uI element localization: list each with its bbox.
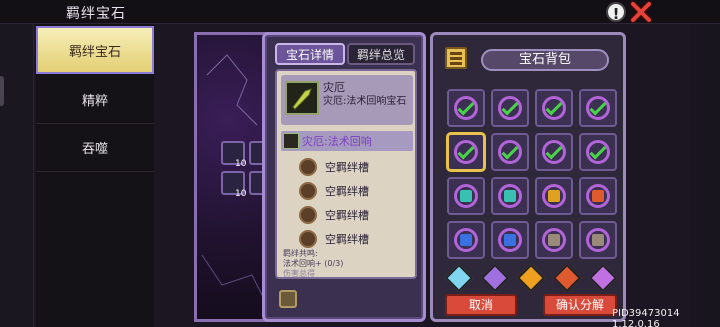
sidebar-tab-devour[interactable]: 吞噬 xyxy=(36,124,154,172)
gem-slot[interactable] xyxy=(491,177,529,215)
gem-stand-background: 10 10 xyxy=(194,32,272,322)
skill-label: 灾厄:法术回响 xyxy=(302,135,372,148)
socket-icon xyxy=(299,206,317,224)
sidebar-tab-bond-gems[interactable]: 羁绊宝石 xyxy=(36,26,154,74)
close-icon[interactable] xyxy=(630,1,652,23)
gem-slot[interactable] xyxy=(535,89,573,127)
gem-slot[interactable] xyxy=(535,133,573,171)
left-edge xyxy=(0,24,34,327)
slot-count: 10 xyxy=(235,159,247,169)
build-id: PID39473014 1.12.0.16 xyxy=(612,308,680,327)
gem-skill-row: 灾厄:法术回响 xyxy=(281,131,413,151)
bond-slot[interactable]: 空羁绊槽 xyxy=(299,229,409,249)
gem-description: 灾厄:法术回响宝石 xyxy=(323,96,407,107)
gem-slot[interactable] xyxy=(579,221,617,259)
gem-icon xyxy=(285,81,319,115)
right-edge xyxy=(690,24,720,327)
gem-cube-icon[interactable] xyxy=(516,263,546,293)
slot-count: 10 xyxy=(235,189,247,199)
gem-name: 灾厄 xyxy=(323,81,345,94)
bonus-title: 羁绊共鸣: xyxy=(283,249,318,258)
gem-core-icon xyxy=(460,190,472,202)
tab-bond-overview[interactable]: 羁绊总览 xyxy=(347,43,415,65)
game-screen: 羁绊宝石 ! 羁绊宝石 精粹 吞噬 10 10 宝石详情 羁绊总览 灾厄 灾厄:… xyxy=(0,0,720,327)
cancel-button[interactable]: 取消 xyxy=(445,294,517,316)
gem-cube-icon[interactable] xyxy=(480,263,510,293)
gem-slot[interactable] xyxy=(491,89,529,127)
info-button[interactable]: ! xyxy=(606,2,626,23)
gem-core-icon xyxy=(504,190,516,202)
gem-core-icon xyxy=(460,234,472,246)
edge-handle[interactable] xyxy=(0,76,4,106)
socket-icon xyxy=(299,230,317,248)
gem-slot[interactable] xyxy=(447,133,485,171)
sort-grid-icon[interactable] xyxy=(445,47,467,69)
bond-slot[interactable]: 空羁绊槽 xyxy=(299,205,409,225)
gem-core-icon xyxy=(592,234,604,246)
gem-slot[interactable] xyxy=(447,177,485,215)
backpack-title: 宝石背包 xyxy=(481,49,609,71)
bonus-line: 伤害总得 xyxy=(283,269,315,278)
sidebar-tab-essence[interactable]: 精粹 xyxy=(36,76,154,124)
bond-slot[interactable]: 空羁绊槽 xyxy=(299,181,409,201)
gem-core-icon xyxy=(548,190,560,202)
socket-icon xyxy=(299,158,317,176)
bond-slot-label: 空羁绊槽 xyxy=(325,209,369,222)
bond-slot-label: 空羁绊槽 xyxy=(325,233,369,246)
bonus-line: 法术回响+ (0/3) xyxy=(283,259,344,268)
page-title: 羁绊宝石 xyxy=(66,6,126,22)
gem-slot[interactable] xyxy=(535,177,573,215)
socket-icon xyxy=(299,182,317,200)
gem-detail-panel: 宝石详情 羁绊总览 灾厄 灾厄:法术回响宝石 灾厄:法术回响 空羁绊槽 空羁绊槽… xyxy=(262,32,426,322)
gem-cube-icon[interactable] xyxy=(444,263,474,293)
gem-header: 灾厄 灾厄:法术回响宝石 xyxy=(281,75,413,125)
gem-backpack-panel: 宝石背包 取消 确认分解 xyxy=(430,32,626,322)
gem-core-icon xyxy=(504,234,516,246)
lock-icon[interactable] xyxy=(279,290,297,308)
tab-gem-details[interactable]: 宝石详情 xyxy=(275,43,345,65)
gem-slot[interactable] xyxy=(491,133,529,171)
skill-icon xyxy=(283,133,299,149)
gem-slot[interactable] xyxy=(535,221,573,259)
gem-slot[interactable] xyxy=(447,89,485,127)
bond-slot-label: 空羁绊槽 xyxy=(325,185,369,198)
gem-slot[interactable] xyxy=(579,133,617,171)
gem-slot[interactable] xyxy=(579,177,617,215)
gem-slot[interactable] xyxy=(491,221,529,259)
bond-slot-label: 空羁绊槽 xyxy=(325,161,369,174)
sidebar: 羁绊宝石 精粹 吞噬 xyxy=(36,24,154,327)
confirm-decompose-button[interactable]: 确认分解 xyxy=(543,294,617,316)
bond-slot[interactable]: 空羁绊槽 xyxy=(299,157,409,177)
gem-core-icon xyxy=(548,234,560,246)
top-bar: 羁绊宝石 ! xyxy=(0,0,720,24)
gem-slot[interactable] xyxy=(447,221,485,259)
gem-core-icon xyxy=(592,190,604,202)
gem-cube-icon[interactable] xyxy=(588,263,618,293)
bond-bonus-text: 羁绊共鸣: 法术回响+ (0/3) 伤害总得 xyxy=(283,249,343,279)
gem-slot[interactable] xyxy=(579,89,617,127)
gem-cube-icon[interactable] xyxy=(552,263,582,293)
gem-info-card: 灾厄 灾厄:法术回响宝石 灾厄:法术回响 空羁绊槽 空羁绊槽 空羁绊槽 空羁绊槽… xyxy=(275,69,417,279)
